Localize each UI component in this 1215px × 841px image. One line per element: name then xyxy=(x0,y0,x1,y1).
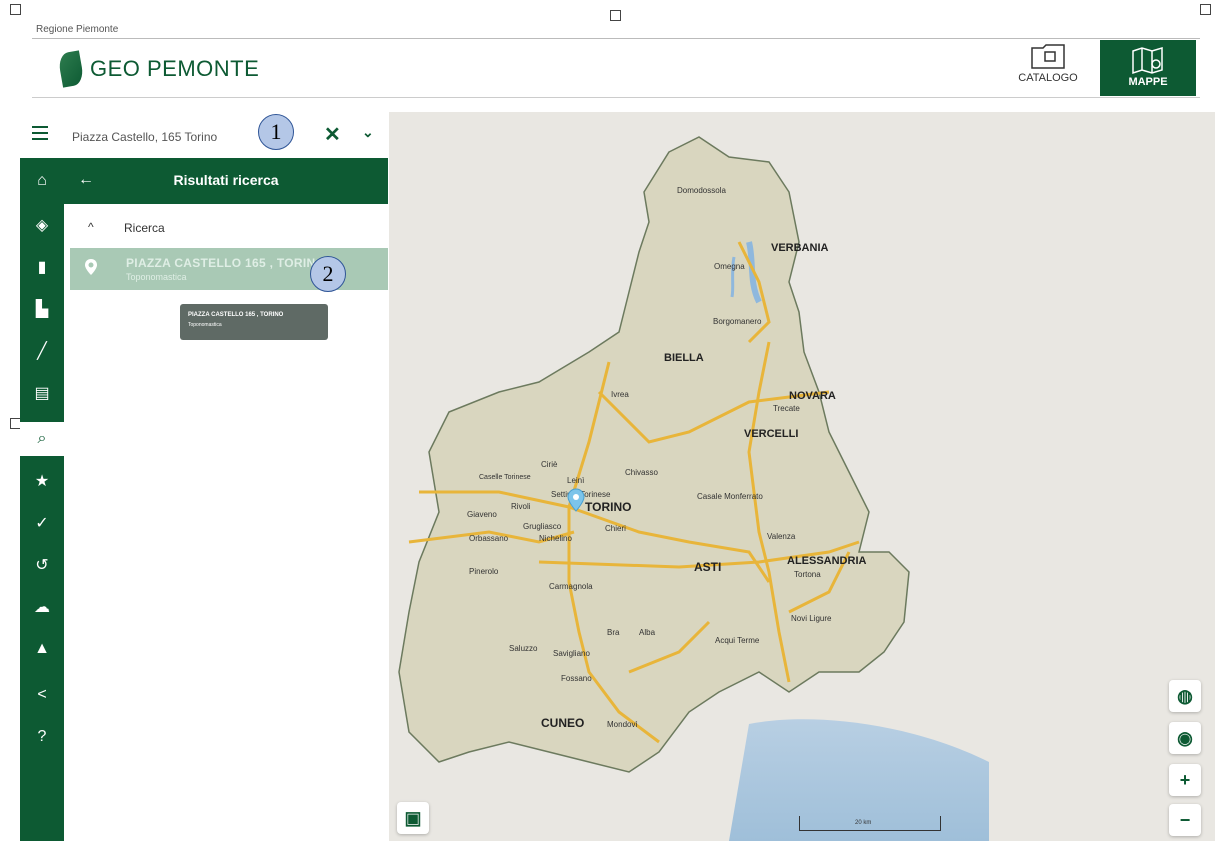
city-label-tortona: Tortona xyxy=(794,570,821,579)
city-label-verbania: VERBANIA xyxy=(771,242,829,254)
menu-icon[interactable] xyxy=(32,126,48,142)
ruler-icon[interactable]: ╱ xyxy=(20,334,64,368)
city-label-novara: NOVARA xyxy=(789,390,836,402)
panel-header: ← Risultati ricerca xyxy=(64,158,388,204)
city-label-borgomanero: Borgomanero xyxy=(713,317,762,326)
map-view[interactable]: Domodossola VERBANIA Omegna Borgomanero … xyxy=(389,112,1215,841)
wms-icon[interactable]: ▲ xyxy=(20,632,64,666)
city-label-chieri: Chieri xyxy=(605,524,626,533)
result-group-label: Ricerca xyxy=(124,221,165,235)
resize-handle-top-left[interactable] xyxy=(10,4,21,15)
tooltip-title: PIAZZA CASTELLO 165 , TORINO xyxy=(188,312,284,318)
search-input[interactable] xyxy=(70,125,274,149)
region-label: Regione Piemonte xyxy=(36,24,119,35)
city-label-cuneo: CUNEO xyxy=(541,716,585,730)
locate-icon[interactable]: ◉ xyxy=(1169,722,1201,754)
city-label-carmagnola: Carmagnola xyxy=(549,582,593,591)
location-marker-icon[interactable] xyxy=(567,488,585,512)
city-label-alba: Alba xyxy=(639,628,656,637)
city-label-trecate: Trecate xyxy=(773,404,800,413)
chevron-up-icon[interactable]: ^ xyxy=(88,220,94,234)
star-icon[interactable]: ★ xyxy=(20,464,64,498)
history-icon[interactable]: ↺ xyxy=(20,548,64,582)
scale-label: 20 km xyxy=(855,820,872,826)
city-label-domodossola: Domodossola xyxy=(677,186,726,195)
leaf-logo-icon xyxy=(57,50,85,88)
layers-icon[interactable]: ◈ xyxy=(20,208,64,242)
zoom-out-button[interactable]: − xyxy=(1169,804,1201,836)
result-group-header[interactable]: ^ Ricerca xyxy=(64,214,388,242)
result-subtitle: Toponomastica xyxy=(126,272,187,282)
city-label-novi: Novi Ligure xyxy=(791,614,832,623)
city-label-omegna: Omegna xyxy=(714,262,745,271)
city-label-bra: Bra xyxy=(607,628,620,637)
city-label-mondovi: Mondovì xyxy=(607,720,638,729)
panel-title: Risultati ricerca xyxy=(173,172,279,188)
document-icon[interactable]: ▙ xyxy=(20,292,64,326)
city-label-chivasso: Chivasso xyxy=(625,468,658,477)
globe-icon[interactable]: ◍ xyxy=(1169,680,1201,712)
close-icon[interactable]: ✕ xyxy=(324,122,341,147)
pin-icon xyxy=(85,259,97,275)
city-label-leini: Leinì xyxy=(567,476,585,485)
home-icon[interactable]: ⌂ xyxy=(20,164,64,198)
city-label-asti: ASTI xyxy=(694,560,722,574)
city-label-caselle: Caselle Torinese xyxy=(479,474,531,481)
header-divider xyxy=(32,38,1200,39)
callout-1: 1 xyxy=(258,114,294,150)
city-label-grugliasco: Grugliasco xyxy=(523,522,562,531)
city-label-casale: Casale Monferrato xyxy=(697,492,763,501)
city-label-giaveno: Giaveno xyxy=(467,510,497,519)
folder-icon xyxy=(1031,44,1065,69)
search-bar: ✕ ⌄ xyxy=(20,112,388,159)
city-label-torino: TORINO xyxy=(585,500,632,514)
zoom-in-button[interactable]: + xyxy=(1169,764,1201,796)
city-label-pinerolo: Pinerolo xyxy=(469,567,499,576)
mappe-label: MAPPE xyxy=(1128,76,1168,88)
city-label-rivoli: Rivoli xyxy=(511,502,531,511)
city-label-nichelino: Nichelino xyxy=(539,534,572,543)
help-icon[interactable]: ? xyxy=(20,720,64,754)
brand-name: GEO PEMONTE xyxy=(90,56,260,81)
chevron-down-icon[interactable]: ⌄ xyxy=(362,124,374,141)
search-icon[interactable]: ⌕ xyxy=(20,422,64,456)
city-label-fossano: Fossano xyxy=(561,674,592,683)
city-label-alessandria: ALESSANDRIA xyxy=(787,555,867,567)
basemap-icon[interactable]: ▣ xyxy=(397,802,429,834)
side-toolbar: ⌂ ◈ ▮ ▙ ╱ ▤ ⌕ ★ ✓ ↺ ☁ ▲ < ? xyxy=(20,158,64,841)
city-label-orbassano: Orbassano xyxy=(469,534,509,543)
resize-handle-top-right[interactable] xyxy=(1200,4,1211,15)
print-icon[interactable]: ▤ xyxy=(20,376,64,410)
cloud-icon[interactable]: ☁ xyxy=(20,590,64,624)
share-icon[interactable]: < xyxy=(20,678,64,712)
mappe-button[interactable]: MAPPE xyxy=(1100,40,1196,96)
map-icon xyxy=(1132,46,1163,75)
city-label-cirie: Ciriè xyxy=(541,460,558,469)
city-label-vercelli: VERCELLI xyxy=(744,428,799,440)
map-icon[interactable]: ▮ xyxy=(20,250,64,284)
logo[interactable]: GEO PEMONTE xyxy=(57,50,260,88)
city-label-ivrea: Ivrea xyxy=(611,390,629,399)
catalogo-button[interactable]: CATALOGO xyxy=(1013,42,1083,96)
result-tooltip: PIAZZA CASTELLO 165 , TORINO Toponomasti… xyxy=(180,304,328,340)
city-label-saluzzo: Saluzzo xyxy=(509,644,538,653)
city-label-valenza: Valenza xyxy=(767,532,796,541)
city-label-biella: BIELLA xyxy=(664,352,704,364)
callout-2: 2 xyxy=(310,256,346,292)
resize-handle-top-center[interactable] xyxy=(610,10,621,21)
header-bottom-divider xyxy=(32,97,1200,98)
result-title: PIAZZA CASTELLO 165 , TORINO xyxy=(126,256,326,270)
tooltip-subtitle: Toponomastica xyxy=(188,322,222,328)
city-label-acqui: Acqui Terme xyxy=(715,636,760,645)
catalogo-label: CATALOGO xyxy=(1018,72,1078,84)
city-label-savigliano: Savigliano xyxy=(553,649,590,658)
satellite-icon[interactable]: ✓ xyxy=(20,506,64,540)
